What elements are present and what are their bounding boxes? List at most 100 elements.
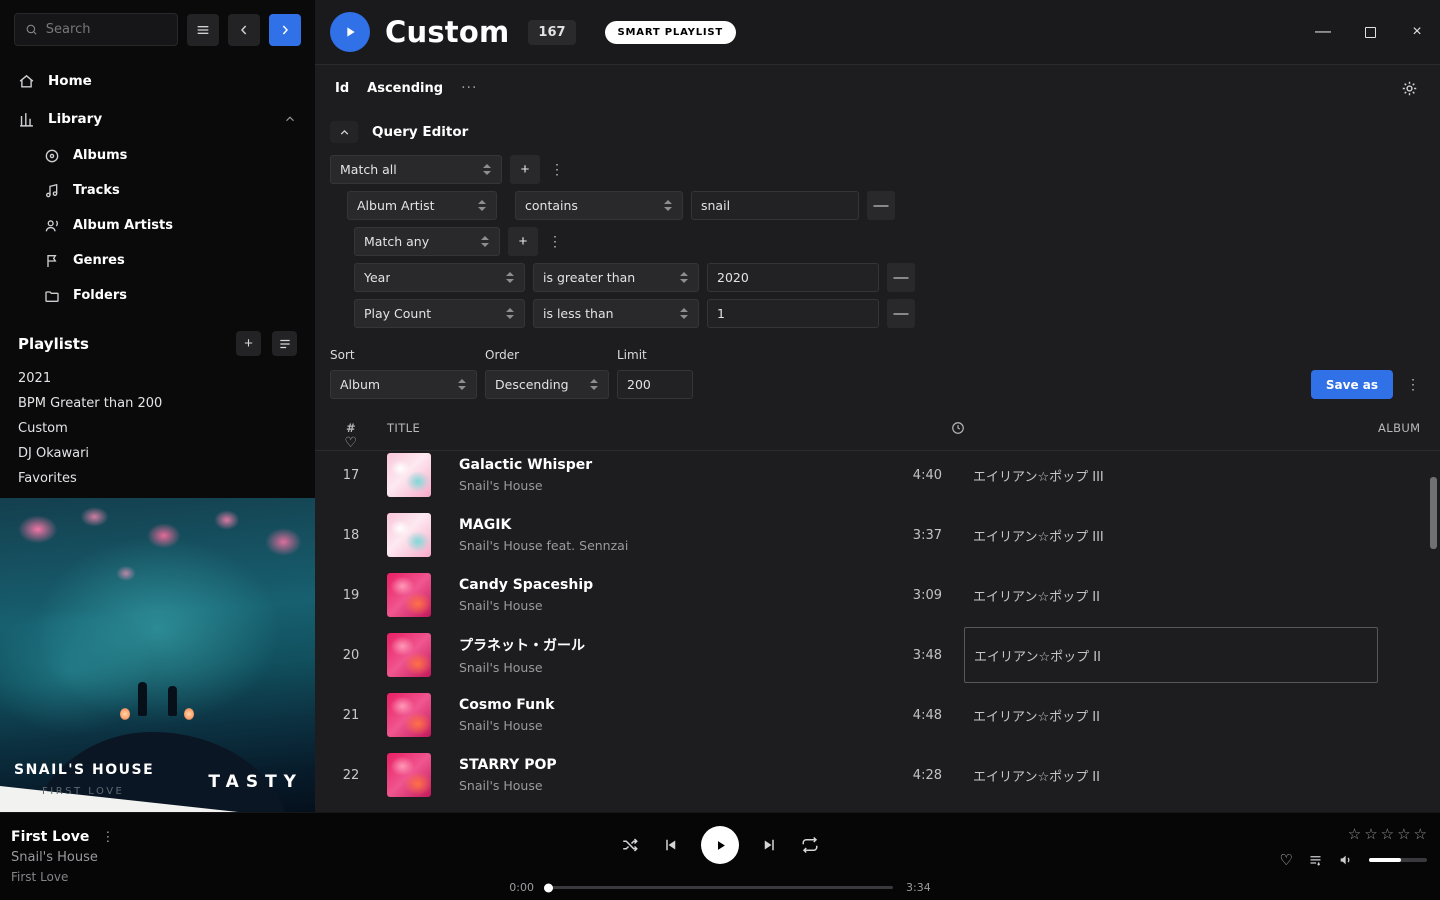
previous-icon xyxy=(661,836,679,854)
star-icon[interactable]: ☆ xyxy=(1397,825,1410,843)
volume-button[interactable] xyxy=(1338,852,1354,868)
star-icon[interactable]: ☆ xyxy=(1364,825,1377,843)
rule-operator-select[interactable]: contains xyxy=(515,191,683,220)
now-playing-title: First Love xyxy=(11,829,89,845)
plus-icon: + xyxy=(521,161,530,178)
column-number[interactable]: # xyxy=(315,421,387,435)
heart-icon: ♡ xyxy=(1280,851,1293,869)
play-pause-button[interactable] xyxy=(701,826,739,864)
sort-label: Sort xyxy=(330,348,477,362)
rule-menu-button[interactable]: ⋮ xyxy=(548,157,566,183)
track-row-selected[interactable]: 20 プラネット・ガール Snail's House 3:48 エイリアン☆ポッ… xyxy=(315,625,1440,685)
menu-button[interactable] xyxy=(187,14,219,46)
query-editor-collapse-button[interactable] xyxy=(330,121,358,143)
minimize-button[interactable]: — xyxy=(1315,21,1331,43)
sidebar-item-genres[interactable]: Genres xyxy=(0,243,315,278)
star-icon[interactable]: ☆ xyxy=(1348,825,1361,843)
repeat-button[interactable] xyxy=(801,836,819,854)
match-mode-select[interactable]: Match all xyxy=(330,155,502,184)
track-thumbnail xyxy=(387,753,431,797)
forward-button[interactable] xyxy=(269,14,301,46)
search-box[interactable] xyxy=(14,13,178,46)
remove-rule-button[interactable]: — xyxy=(867,191,895,220)
sidebar-item-albums[interactable]: Albums xyxy=(0,138,315,173)
track-row[interactable]: 21 Cosmo Funk Snail's House 4:48 エイリアン☆ポ… xyxy=(315,685,1440,745)
group-menu-button[interactable]: ⋮ xyxy=(546,229,564,255)
save-menu-button[interactable]: ⋮ xyxy=(1404,371,1422,397)
album-art-lantern xyxy=(184,708,194,720)
back-button[interactable] xyxy=(228,14,260,46)
now-playing-album-art[interactable]: SNAIL'S HOUSE FIRST LOVE TASTY xyxy=(0,498,315,812)
playlist-list-button[interactable] xyxy=(272,331,297,356)
scrollbar-thumb[interactable] xyxy=(1430,477,1437,549)
playlist-item[interactable]: Favorites xyxy=(0,466,315,491)
favorite-column-heart-icon[interactable]: ♡ xyxy=(345,435,358,451)
sidebar-item-folders[interactable]: Folders xyxy=(0,278,315,313)
settings-gear-button[interactable] xyxy=(1401,80,1418,97)
duration-column-clock-icon[interactable] xyxy=(951,421,965,435)
previous-track-button[interactable] xyxy=(661,836,679,854)
track-row[interactable]: 17 Galactic Whisper Snail's House 4:40 エ… xyxy=(315,451,1440,505)
rating-stars[interactable]: ☆ ☆ ☆ ☆ ☆ xyxy=(1348,825,1427,843)
column-title[interactable]: TITLE xyxy=(387,421,852,435)
remove-rule-button[interactable]: — xyxy=(887,263,915,292)
rule-field-select[interactable]: Year xyxy=(354,263,525,292)
playlist-item[interactable]: Custom xyxy=(0,416,315,441)
rule-operator-select[interactable]: is greater than xyxy=(533,263,699,292)
select-arrows-icon xyxy=(663,199,673,212)
track-row[interactable]: 22 STARRY POP Snail's House 4:28 エイリアン☆ポ… xyxy=(315,745,1440,805)
sort-by-select[interactable]: Album xyxy=(330,370,477,399)
tracklist-scrollbar[interactable] xyxy=(1430,451,1437,812)
rule-value-input[interactable] xyxy=(707,299,879,328)
seek-handle[interactable] xyxy=(544,883,553,892)
maximize-button[interactable] xyxy=(1362,21,1378,43)
sort-more-button[interactable]: ··· xyxy=(461,80,477,96)
playlist-item[interactable]: DJ Okawari xyxy=(0,441,315,466)
sidebar-item-tracks[interactable]: Tracks xyxy=(0,173,315,208)
folder-icon xyxy=(44,288,60,304)
add-playlist-button[interactable]: + xyxy=(236,331,261,356)
volume-slider[interactable] xyxy=(1369,858,1427,862)
sidebar-item-label: Library xyxy=(48,111,102,127)
music-note-icon xyxy=(44,183,60,199)
sort-direction-selector[interactable]: Ascending xyxy=(367,81,443,96)
now-playing-menu-button[interactable]: ⋮ xyxy=(101,829,114,845)
save-as-button[interactable]: Save as xyxy=(1311,370,1393,399)
rule-field-select[interactable]: Play Count xyxy=(354,299,525,328)
select-value: Year xyxy=(364,270,390,285)
add-group-rule-button[interactable]: + xyxy=(508,227,538,256)
rule-field-select[interactable]: Album Artist xyxy=(347,191,497,220)
close-button[interactable]: × xyxy=(1409,21,1425,43)
playlist-item[interactable]: BPM Greater than 200 xyxy=(0,391,315,416)
star-icon[interactable]: ☆ xyxy=(1381,825,1394,843)
group-match-mode-select[interactable]: Match any xyxy=(354,227,500,256)
rule-value-input[interactable] xyxy=(707,263,879,292)
shuffle-button[interactable] xyxy=(621,836,639,854)
track-row[interactable]: 18 MAGIK Snail's House feat. Sennzai 3:3… xyxy=(315,505,1440,565)
favorite-button[interactable]: ♡ xyxy=(1280,851,1293,869)
search-input[interactable] xyxy=(46,22,167,37)
play-icon xyxy=(713,838,728,853)
rule-operator-select[interactable]: is less than xyxy=(533,299,699,328)
sort-field-selector[interactable]: Id xyxy=(335,81,349,96)
column-album[interactable]: ALBUM xyxy=(1378,421,1440,435)
playlist-item[interactable]: 2021 xyxy=(0,366,315,391)
seek-bar[interactable] xyxy=(547,886,893,889)
queue-button[interactable] xyxy=(1308,853,1323,868)
rule-value-input[interactable] xyxy=(691,191,859,220)
next-track-button[interactable] xyxy=(761,836,779,854)
plus-icon: + xyxy=(519,233,528,250)
limit-input[interactable] xyxy=(617,370,693,399)
remove-rule-button[interactable]: — xyxy=(887,299,915,328)
add-rule-button[interactable]: + xyxy=(510,155,540,184)
sidebar-item-library[interactable]: Library xyxy=(0,100,315,138)
chevron-up-icon[interactable] xyxy=(283,112,297,126)
play-playlist-button[interactable] xyxy=(330,12,370,52)
track-album-focused-cell[interactable]: エイリアン☆ポップ II xyxy=(964,627,1378,683)
order-select[interactable]: Descending xyxy=(485,370,609,399)
track-row[interactable]: 19 Candy Spaceship Snail's House 3:09 エイ… xyxy=(315,565,1440,625)
star-icon[interactable]: ☆ xyxy=(1414,825,1427,843)
sidebar-item-album-artists[interactable]: Album Artists xyxy=(0,208,315,243)
sidebar-item-label: Album Artists xyxy=(73,218,173,233)
sidebar-item-home[interactable]: Home xyxy=(0,62,315,100)
